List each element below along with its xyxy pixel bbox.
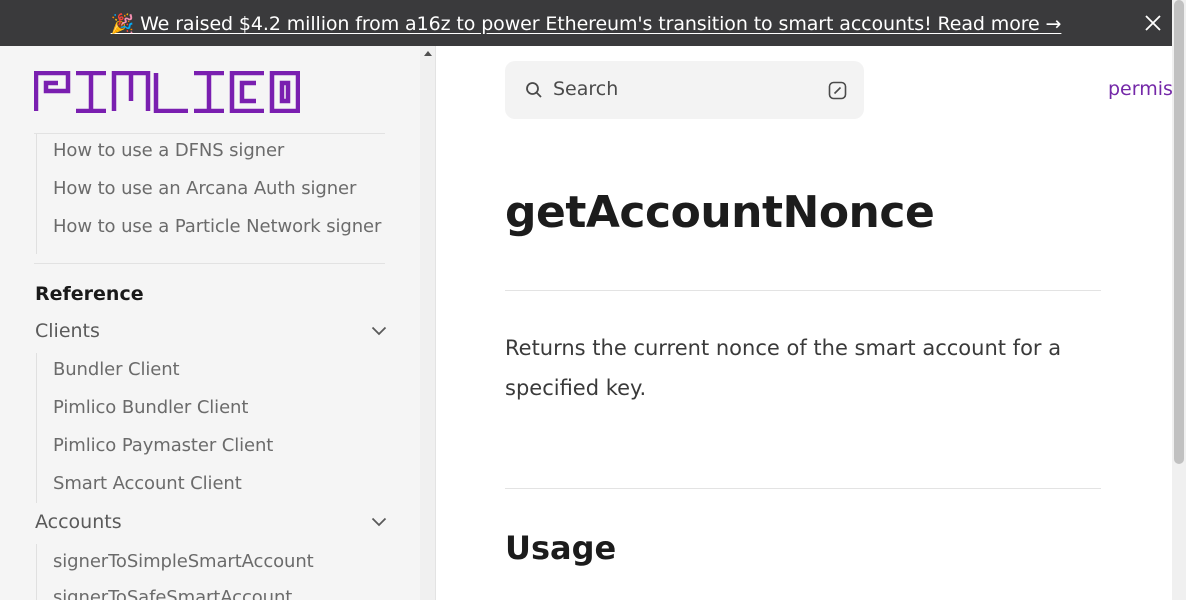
scroll-up-arrow-icon[interactable] (424, 51, 432, 56)
nav-indent-line (36, 134, 37, 254)
page-description: Returns the current nonce of the smart a… (505, 336, 1062, 400)
top-nav-link[interactable]: permis (1108, 78, 1172, 100)
logo-divider (34, 133, 385, 134)
sidebar-item-signer-to-simple-smart-account[interactable]: signerToSimpleSmartAccount (53, 551, 314, 572)
announcement-link[interactable]: 🎉 We raised $4.2 million from a16z to po… (111, 12, 1062, 35)
sidebar-item-pimlico-bundler-client[interactable]: Pimlico Bundler Client (53, 397, 248, 418)
sidebar-item-particle-network-signer[interactable]: How to use a Particle Network signer (53, 216, 381, 237)
title-divider (505, 290, 1101, 291)
sidebar-item-pimlico-paymaster-client[interactable]: Pimlico Paymaster Client (53, 435, 273, 456)
search-icon (526, 82, 542, 98)
page-scrollbar-thumb[interactable] (1174, 0, 1184, 464)
chevron-down-icon (371, 517, 387, 527)
search-input[interactable]: Search (505, 61, 864, 119)
sidebar-scrollbar[interactable] (420, 46, 435, 600)
pimlico-logo[interactable] (34, 71, 300, 113)
content-divider (505, 488, 1101, 489)
sidebar-item-bundler-client[interactable]: Bundler Client (53, 359, 180, 380)
nav-indent-line (36, 353, 37, 503)
sidebar-section-reference: Reference (35, 283, 144, 305)
sidebar-item-smart-account-client[interactable]: Smart Account Client (53, 473, 242, 494)
chevron-down-icon (371, 326, 387, 336)
sidebar: How to use a DFNS signer How to use an A… (0, 46, 436, 600)
sidebar-item-arcana-auth-signer[interactable]: How to use an Arcana Auth signer (53, 178, 356, 199)
sidebar-group-label: Clients (35, 320, 100, 342)
search-placeholder: Search (553, 78, 619, 100)
sidebar-group-label: Accounts (35, 511, 122, 533)
nav-indent-line (36, 544, 37, 600)
section-title-usage: Usage (505, 529, 617, 567)
page-title: getAccountNonce (505, 187, 935, 238)
keyboard-shortcut-icon (828, 81, 847, 100)
section-divider (34, 263, 385, 264)
sidebar-group-accounts[interactable]: Accounts (35, 507, 387, 537)
main-content: Search permis getAccountNonce Returns th… (436, 46, 1172, 600)
sidebar-item-dfns-signer[interactable]: How to use a DFNS signer (53, 140, 284, 161)
sidebar-item-signer-to-safe-smart-account[interactable]: signerToSafeSmartAccount (53, 587, 292, 600)
sidebar-group-clients[interactable]: Clients (35, 316, 387, 346)
close-icon[interactable] (1143, 13, 1163, 33)
announcement-banner: 🎉 We raised $4.2 million from a16z to po… (0, 0, 1172, 46)
